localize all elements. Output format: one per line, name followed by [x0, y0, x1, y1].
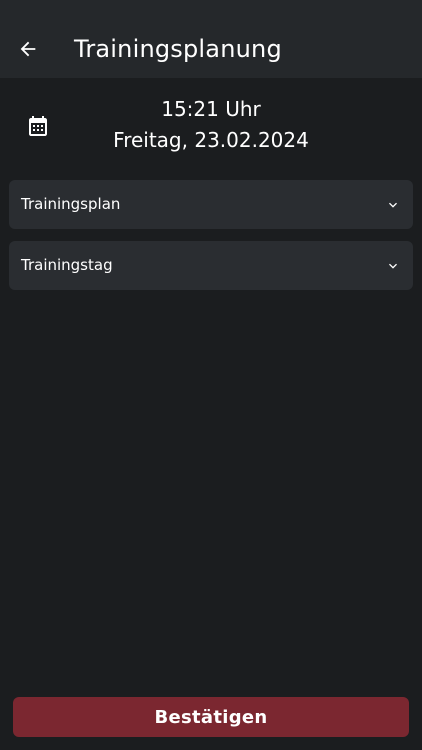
back-button[interactable]	[14, 35, 42, 63]
date-display: Freitag, 23.02.2024	[113, 128, 309, 152]
dropdown-label: Trainingstag	[21, 256, 113, 274]
training-plan-dropdown[interactable]: Trainingsplan	[9, 180, 413, 229]
chevron-down-icon	[389, 263, 397, 269]
chevron-down-icon	[389, 202, 397, 208]
confirm-button[interactable]: Bestätigen	[13, 697, 409, 737]
arrow-left-icon	[20, 41, 36, 57]
app-bar: Trainingsplanung	[0, 0, 422, 78]
training-day-dropdown[interactable]: Trainingstag	[9, 241, 413, 290]
dropdown-label: Trainingsplan	[21, 195, 121, 213]
time-display: 15:21 Uhr	[161, 97, 261, 121]
confirm-button-label: Bestätigen	[154, 706, 268, 728]
page-title: Trainingsplanung	[74, 35, 282, 63]
